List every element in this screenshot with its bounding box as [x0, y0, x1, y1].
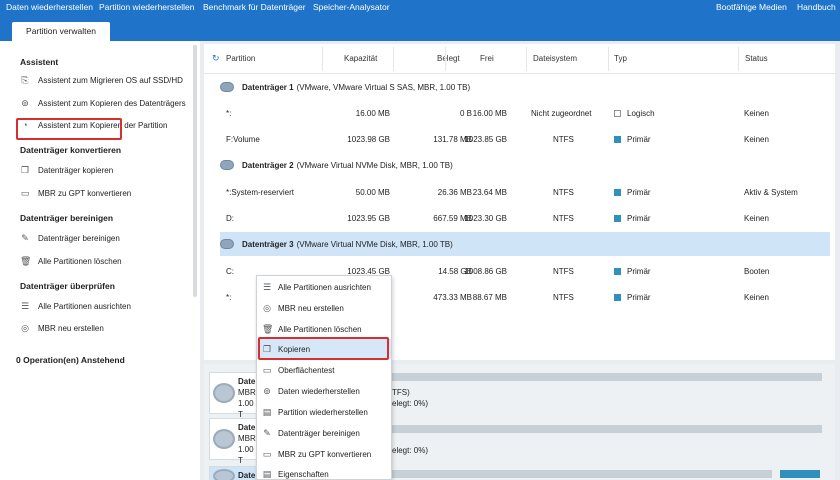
sidebar-item-rebuild-mbr[interactable]: ◎ MBR neu erstellen [20, 321, 104, 335]
primary-square-icon [614, 215, 621, 222]
partition-bar-used[interactable] [780, 470, 820, 478]
menu-benchmark[interactable]: Benchmark für Datenträger [203, 2, 306, 12]
highlight-box-copy [258, 337, 389, 360]
ctx-recover-partition[interactable]: ▤ Partition wiederherstellen [257, 402, 391, 422]
rebuild-icon: ◎ [21, 323, 29, 333]
rebuild-icon: ◎ [263, 302, 271, 313]
sidebar: Assistent ⎘ Assistent zum Migrieren OS au… [0, 41, 200, 480]
primary-square-icon [614, 136, 621, 143]
primary-square-icon [614, 294, 621, 301]
col-separator [322, 47, 323, 71]
eraser-icon: ✎ [263, 427, 271, 438]
table-row[interactable]: *: 16.00 MB 0 B 16.00 MB Nicht zugeordne… [204, 101, 835, 125]
pending-operations[interactable]: 0 Operation(en) Anstehend [16, 355, 125, 365]
partition-bar[interactable] [392, 425, 822, 433]
primary-square-icon [614, 268, 621, 275]
sidebar-scrollbar[interactable] [193, 45, 197, 297]
disk-map-card-3[interactable]: Date [209, 466, 259, 480]
disk-icon [213, 383, 235, 403]
col-filesystem[interactable]: Dateisystem [533, 54, 577, 63]
disk-map-card-1[interactable]: Date MBR 1.00 T [209, 372, 259, 419]
trash-icon: 🗑 [20, 256, 32, 266]
table-row[interactable]: D: 1023.95 GB 667.59 MB 1023.30 GB NTFS … [204, 206, 835, 230]
tab-row: Partition verwalten [0, 20, 840, 41]
copy-icon: ❐ [20, 165, 30, 175]
section-assistent: Assistent [20, 57, 59, 67]
section-ueberpruefen: Datenträger überprüfen [20, 281, 115, 291]
table-row[interactable]: F:Volume 1023.98 GB 131.78 MB 1023.85 GB… [204, 127, 835, 151]
sidebar-item-wipe-disk[interactable]: ✎ Datenträger bereinigen [20, 231, 120, 245]
sidebar-item-delete-partitions[interactable]: 🗑 Alle Partitionen löschen [20, 254, 122, 268]
partition-recover-icon: ▤ [262, 406, 272, 417]
ctx-mbr-to-gpt[interactable]: ▭ MBR zu GPT konvertieren [257, 444, 391, 464]
refresh-icon[interactable]: ↻ [212, 53, 220, 64]
highlight-box-copy-disk [16, 118, 122, 140]
properties-icon: ▤ [262, 468, 272, 479]
menu-daten-wiederherstellen[interactable]: Daten wiederherstellen [6, 2, 93, 12]
eraser-icon: ✎ [21, 233, 29, 243]
context-menu: ☰ Alle Partitionen ausrichten ◎ MBR neu er… [256, 275, 392, 480]
disk-copy-icon: ⊚ [21, 98, 29, 108]
trash-icon: 🗑 [262, 323, 274, 334]
col-separator [526, 47, 527, 71]
sidebar-item-mbr-to-gpt[interactable]: ▭ MBR zu GPT konvertieren [20, 186, 131, 200]
col-capacity[interactable]: Kapazität [344, 54, 377, 63]
surface-test-icon: ▭ [262, 364, 272, 375]
col-separator [445, 47, 446, 71]
logical-square-icon [614, 110, 621, 117]
col-separator [393, 47, 394, 71]
top-menu-bar: Daten wiederherstellen Partition wiederh… [0, 0, 840, 20]
sidebar-item-migrate-os[interactable]: ⎘ Assistent zum Migrieren OS auf SSD/HD [20, 73, 183, 87]
disk-header-3[interactable]: Datenträger 3 (VMware Virtual NVMe Disk, … [220, 232, 830, 256]
recover-icon: ⊚ [263, 385, 271, 396]
table-row[interactable]: *:System-reserviert 50.00 MB 26.36 MB 23… [204, 180, 835, 204]
col-type[interactable]: Typ [614, 54, 627, 63]
menu-partition-wiederherstellen[interactable]: Partition wiederherstellen [99, 2, 194, 12]
disk-icon [213, 429, 235, 449]
menu-speicher-analysator[interactable]: Speicher-Analysator [313, 2, 390, 12]
primary-square-icon [614, 189, 621, 196]
table-header: ↻ Partition Kapazität Belegt Frei Dateis… [204, 44, 835, 74]
convert-icon: ▭ [262, 448, 272, 459]
col-status[interactable]: Status [745, 54, 768, 63]
ctx-surface-test[interactable]: ▭ Oberflächentest [257, 360, 391, 380]
ctx-wipe-disk[interactable]: ✎ Datenträger bereinigen [257, 423, 391, 443]
sidebar-item-copy-disk-wizard[interactable]: ⊚ Assistent zum Kopieren des Datenträgers [20, 96, 185, 110]
ctx-align-partitions[interactable]: ☰ Alle Partitionen ausrichten [257, 277, 391, 297]
disk-header-1[interactable]: Datenträger 1 (VMware, VMware Virtual S S… [220, 75, 830, 99]
partition-bar[interactable] [392, 470, 772, 478]
sidebar-item-copy-disk[interactable]: ❐ Datenträger kopieren [20, 163, 113, 177]
ctx-recover-data[interactable]: ⊚ Daten wiederherstellen [257, 381, 391, 401]
ctx-rebuild-mbr[interactable]: ◎ MBR neu erstellen [257, 298, 391, 318]
disk-header-2[interactable]: Datenträger 2 (VMware Virtual NVMe Disk, … [220, 153, 830, 177]
col-partition[interactable]: Partition [226, 54, 255, 63]
disk-icon [220, 160, 234, 170]
disk-map-card-2[interactable]: Date MBR 1.00 T [209, 418, 259, 465]
migrate-icon: ⎘ [21, 75, 29, 85]
align-icon: ☰ [20, 301, 30, 311]
disk-icon [220, 239, 234, 249]
menu-bootfaehige-medien[interactable]: Bootfähige Medien [716, 2, 787, 12]
ctx-properties[interactable]: ▤ Eigenschaften [257, 464, 391, 480]
section-konvertieren: Datenträger konvertieren [20, 145, 122, 155]
tab-partition-verwalten[interactable]: Partition verwalten [12, 22, 110, 41]
col-free[interactable]: Frei [480, 54, 494, 63]
sidebar-item-align-partitions[interactable]: ☰ Alle Partitionen ausrichten [20, 299, 131, 313]
menu-handbuch[interactable]: Handbuch [797, 2, 836, 12]
disk-icon [220, 82, 234, 92]
col-separator [608, 47, 609, 71]
section-bereinigen: Datenträger bereinigen [20, 213, 114, 223]
align-icon: ☰ [262, 281, 272, 292]
partition-bar[interactable] [392, 373, 822, 381]
col-separator [738, 47, 739, 71]
ctx-delete-partitions[interactable]: 🗑 Alle Partitionen löschen [257, 319, 391, 339]
convert-icon: ▭ [20, 188, 30, 198]
col-used[interactable]: Belegt [437, 54, 460, 63]
disk-icon [213, 469, 235, 480]
